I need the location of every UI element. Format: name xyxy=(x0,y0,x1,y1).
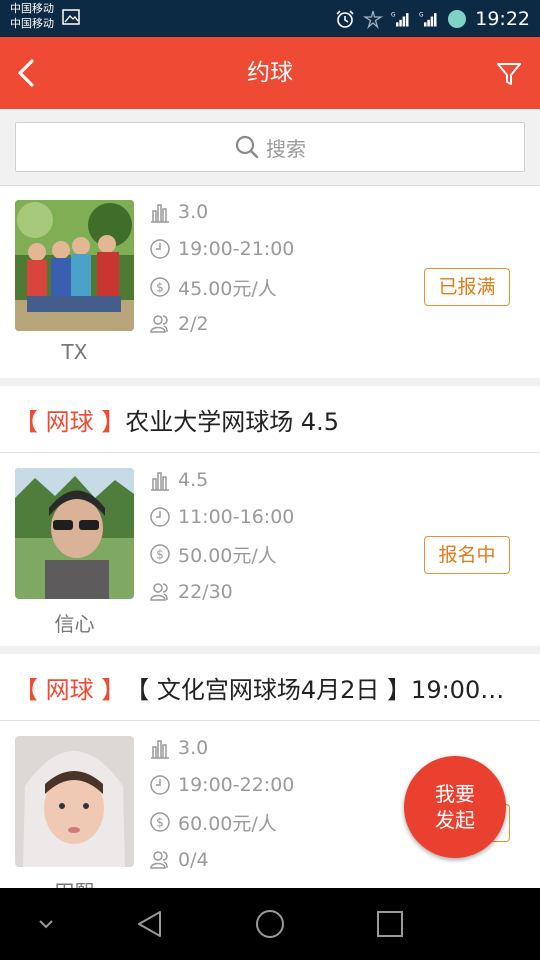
search-icon xyxy=(235,135,259,159)
user-avatar[interactable] xyxy=(15,200,134,331)
people-icon xyxy=(150,851,168,869)
post-header-3[interactable]: 【 网球 】 【 文化宫网球场4月2日 】19:00至... xyxy=(0,654,540,721)
filter-icon[interactable] xyxy=(494,59,524,89)
time-row: 19:00-22:00 xyxy=(149,770,294,800)
level-value: 3.0 xyxy=(178,737,209,759)
create-game-button[interactable]: 我要 发起 xyxy=(404,756,506,858)
court-name: 农业大学网球场 4.5 xyxy=(125,407,340,436)
user-name: 信心 xyxy=(54,612,95,636)
carrier-1: 中国移动 xyxy=(10,2,54,15)
clock-icon xyxy=(150,239,170,259)
post-header-2[interactable]: 【 网球 】 农业大学网球场 4.5 xyxy=(0,386,540,453)
sport-tag: 【 网球 】 xyxy=(14,407,126,436)
page-title: 约球 xyxy=(247,60,293,86)
search-input[interactable]: 搜索 xyxy=(15,122,525,172)
fab-line-2: 发起 xyxy=(435,808,475,832)
home-circle-icon[interactable] xyxy=(250,904,290,944)
divider xyxy=(0,378,540,386)
recents-square-icon[interactable] xyxy=(370,904,410,944)
post-card-1[interactable]: TX 3.0 19:00-21:00 $ 45.00元/人 2/2 已报满 xyxy=(0,186,540,378)
price-row: $ 60.00元/人 xyxy=(149,807,277,837)
people-icon xyxy=(150,583,168,601)
status-button[interactable]: 报名中 xyxy=(424,536,510,574)
back-triangle-icon[interactable] xyxy=(130,904,170,944)
status-button[interactable]: 已报满 xyxy=(424,268,510,306)
no-service-icon xyxy=(363,10,384,29)
dollar-icon: $ xyxy=(150,544,170,564)
svg-text:$: $ xyxy=(156,548,164,562)
system-nav-bar xyxy=(0,888,540,960)
dollar-icon: $ xyxy=(150,277,170,297)
svg-text:G: G xyxy=(391,12,396,18)
price-row: $ 50.00元/人 xyxy=(149,539,277,569)
players-value: 2/2 xyxy=(178,313,209,335)
user-avatar[interactable] xyxy=(15,468,134,599)
players-row: 22/30 xyxy=(149,577,233,607)
price-value: 50.00元/人 xyxy=(178,544,277,567)
chevron-down-icon[interactable] xyxy=(26,904,66,944)
players-row: 0/4 xyxy=(149,845,209,875)
user-name: TX xyxy=(61,340,88,364)
signal-g-icon: G xyxy=(419,12,437,26)
players-value: 0/4 xyxy=(178,849,209,871)
level-row: 3.0 xyxy=(149,733,208,763)
level-row: 3.0 xyxy=(149,197,208,227)
gallery-icon xyxy=(62,9,80,25)
level-value: 3.0 xyxy=(178,201,209,223)
dollar-icon: $ xyxy=(150,812,170,832)
app-header: 约球 xyxy=(0,37,540,109)
players-row: 2/2 xyxy=(149,309,209,339)
bar-chart-icon xyxy=(151,472,169,491)
status-bar: 中国移动 中国移动 G G 19:22 xyxy=(0,0,540,37)
level-row: 4.5 xyxy=(149,465,208,495)
time-value: 11:00-16:00 xyxy=(178,506,295,528)
divider xyxy=(0,646,540,654)
status-icons: G G 19:22 xyxy=(335,0,530,37)
players-value: 22/30 xyxy=(178,581,233,603)
price-value: 45.00元/人 xyxy=(178,277,277,300)
people-icon xyxy=(150,315,168,333)
signal-g-icon: G xyxy=(391,12,409,26)
clock-icon xyxy=(150,775,170,795)
fab-line-1: 我要 xyxy=(435,782,475,806)
level-value: 4.5 xyxy=(178,469,209,491)
clock-icon xyxy=(150,507,170,527)
time-row: 11:00-16:00 xyxy=(149,502,294,532)
sport-tag: 【 网球 】 xyxy=(14,675,126,704)
price-value: 60.00元/人 xyxy=(178,812,277,835)
bar-chart-icon xyxy=(151,204,169,223)
time-value: 19:00-21:00 xyxy=(178,238,295,260)
battery-icon xyxy=(448,9,467,28)
court-name: 【 文化宫网球场4月2日 】19:00至... xyxy=(125,675,516,704)
bar-chart-icon xyxy=(151,740,169,759)
carrier-2: 中国移动 xyxy=(10,17,54,30)
user-avatar[interactable] xyxy=(15,736,134,867)
carrier-labels: 中国移动 中国移动 xyxy=(10,1,54,31)
search-area: 搜索 xyxy=(0,109,540,186)
time-row: 19:00-21:00 xyxy=(149,234,294,264)
price-row: $ 45.00元/人 xyxy=(149,272,277,302)
post-card-2[interactable]: 信心 4.5 11:00-16:00 $ 50.00元/人 22/30 报名中 xyxy=(0,453,540,646)
svg-text:G: G xyxy=(419,12,424,18)
search-placeholder: 搜索 xyxy=(266,136,306,161)
alarm-icon xyxy=(336,9,354,28)
clock: 19:22 xyxy=(475,7,530,30)
svg-text:$: $ xyxy=(156,816,164,830)
svg-text:$: $ xyxy=(156,281,164,295)
time-value: 19:00-22:00 xyxy=(178,774,295,796)
